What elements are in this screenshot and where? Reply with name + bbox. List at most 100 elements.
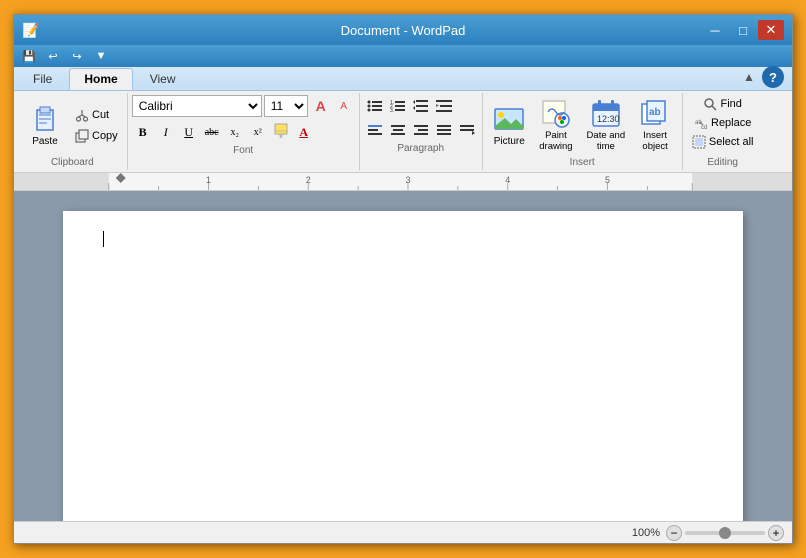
indent-btn[interactable] [433,95,455,117]
document-page[interactable] [63,211,743,521]
editing-group: Find ab cd Replace Select all [683,93,763,170]
find-icon [703,97,717,111]
replace-button[interactable]: ab cd Replace [689,114,756,132]
ribbon-tabs: File Home View ▲ ? [14,67,792,91]
zoom-in-btn[interactable]: + [768,525,784,541]
font-size-select[interactable]: 8 9 10 11 12 14 [264,95,308,117]
undo-quick-btn[interactable]: ↩ [42,47,64,65]
align-left-icon [366,121,384,139]
svg-text:3: 3 [405,175,410,185]
align-right-icon [412,121,430,139]
insert-object-button[interactable]: ab Insert object [634,95,676,155]
quick-access-dropdown[interactable]: ▼ [90,47,112,65]
subscript-btn[interactable]: x₂ [224,121,246,143]
decrease-font-btn[interactable]: A [333,95,355,117]
paste-button[interactable]: Paste [22,101,68,150]
save-quick-btn[interactable]: 💾 [18,47,40,65]
copy-label: Copy [92,130,118,142]
align-center-btn[interactable] [387,119,409,141]
cut-button[interactable]: Cut [70,105,123,125]
zoom-thumb[interactable] [719,527,731,539]
increase-font-btn[interactable]: A [310,95,332,117]
ribbon-collapse-btn[interactable]: ▲ [740,68,758,86]
align-right-btn[interactable] [410,119,432,141]
help-button[interactable]: ? [762,66,784,88]
close-button[interactable]: ✕ [758,20,784,40]
paragraph-group: 1. 2. 3. [360,93,483,170]
justify-btn[interactable] [433,119,455,141]
find-label: Find [720,98,741,110]
svg-text:2: 2 [306,175,311,185]
svg-text:3.: 3. [390,108,394,114]
font-group-label: Font [233,145,253,156]
paste-label: Paste [32,136,58,147]
picture-label: Picture [494,136,525,147]
insert-object-label: Insert object [642,130,667,152]
scissors-icon [75,108,89,122]
font-color-btn[interactable]: A [293,121,315,143]
picture-button[interactable]: Picture [488,101,530,150]
highlight-icon [272,122,290,143]
paint-icon [540,98,572,130]
find-button[interactable]: Find [698,95,746,113]
tab-file[interactable]: File [18,68,67,90]
insert-group-label: Insert [570,157,595,168]
cut-label: Cut [92,109,109,121]
zoom-slider[interactable] [685,531,765,535]
title-bar: 📝 Document - WordPad ─ □ ✕ [14,15,792,45]
highlight-btn[interactable] [270,121,292,143]
quick-access-toolbar: 💾 ↩ ↪ ▼ [14,45,792,67]
list-bullets-btn[interactable] [364,95,386,117]
select-all-icon [692,135,706,149]
datetime-button[interactable]: 12:30 Date and time [582,95,631,155]
redo-quick-btn[interactable]: ↪ [66,47,88,65]
datetime-icon: 12:30 [590,98,622,130]
clipboard-label: Clipboard [51,157,94,168]
clipboard-small-btns: Cut Copy [70,105,123,146]
tab-view[interactable]: View [135,68,191,90]
font-family-select[interactable]: Calibri Arial Times New Roman [132,95,262,117]
line-spacing-icon [412,97,430,115]
maximize-button[interactable]: □ [730,20,756,40]
format-row: B I U abc x₂ x² [132,121,355,143]
align-center-icon [389,121,407,139]
strikethrough-btn[interactable]: abc [201,121,223,143]
copy-button[interactable]: Copy [70,126,123,146]
editing-btns: Find ab cd Replace Select all [687,95,759,155]
italic-btn[interactable]: I [155,121,177,143]
align-left-btn[interactable] [364,119,386,141]
clipboard-group: Paste Cut [18,93,128,170]
paragraph-label: Paragraph [397,143,444,154]
copy-icon [75,129,89,143]
numbered-list-icon: 1. 2. 3. [389,97,407,115]
tab-home[interactable]: Home [69,68,132,90]
indent-icon [435,97,453,115]
line-spacing-btn[interactable] [410,95,432,117]
superscript-btn[interactable]: x² [247,121,269,143]
paint-drawing-button[interactable]: Paint drawing [534,95,577,155]
para-row-1: 1. 2. 3. [364,95,478,117]
minimize-button[interactable]: ─ [702,20,728,40]
svg-text:1: 1 [206,175,211,185]
svg-text:12:30: 12:30 [597,114,620,124]
document-area[interactable] [14,191,792,521]
underline-btn[interactable]: U [178,121,200,143]
numbered-list-btn[interactable]: 1. 2. 3. [387,95,409,117]
status-bar: 100% − + [14,521,792,543]
insert-object-icon: ab [639,98,671,130]
paste-icon [29,104,61,136]
title-bar-left: 📝 [22,22,39,39]
bold-btn[interactable]: B [132,121,154,143]
picture-icon [493,104,525,136]
justify-icon [435,121,453,139]
select-all-button[interactable]: Select all [687,133,759,151]
rtl-btn[interactable] [456,119,478,141]
para-row-2 [364,119,478,141]
svg-text:ab: ab [649,107,661,118]
clipboard-content: Paste Cut [22,95,123,155]
app-icon: 📝 [22,22,39,39]
zoom-out-btn[interactable]: − [666,525,682,541]
font-name-row: Calibri Arial Times New Roman 8 9 10 11 … [132,95,355,117]
text-cursor [103,231,104,247]
datetime-label: Date and time [587,130,626,152]
